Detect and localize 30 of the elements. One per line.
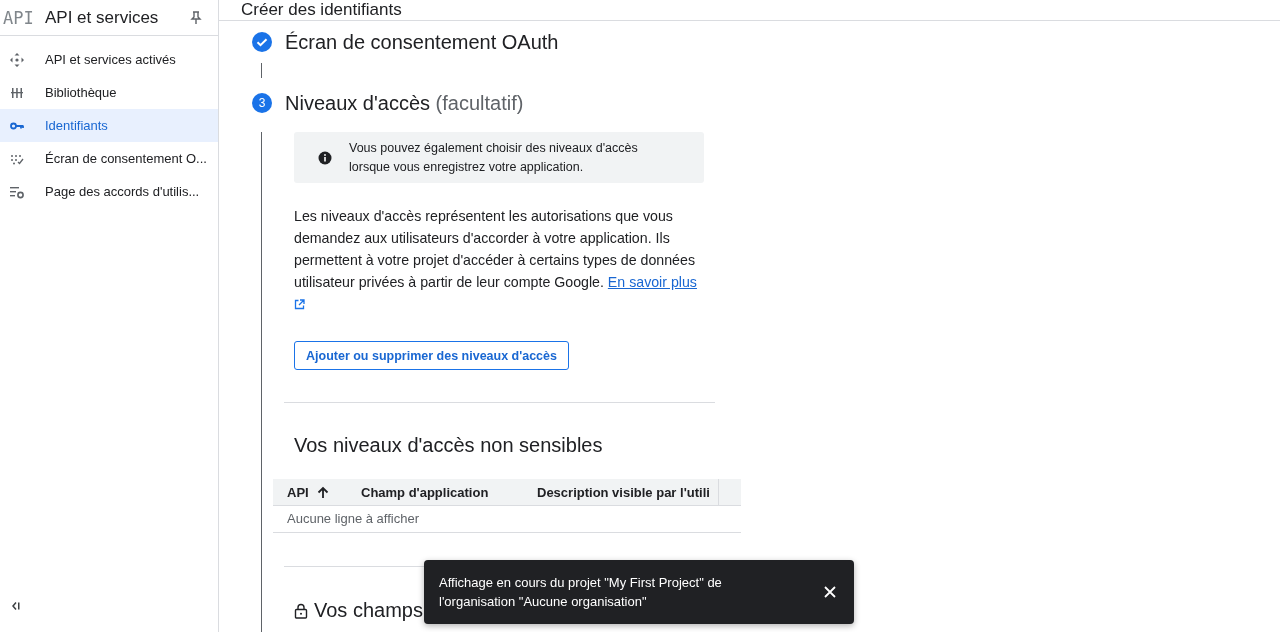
move-arrows-icon — [9, 51, 25, 68]
info-text: Vous pouvez également choisir des niveaux d'accès lorsque vous enregistrez votre application. — [349, 139, 639, 176]
sidebar-item[interactable]: API et services activés — [0, 43, 218, 76]
sidebar-item[interactable]: Bibliothèque — [0, 76, 218, 109]
step-title: Niveaux d'accès (facultatif) — [285, 91, 524, 115]
external-link-icon[interactable] — [294, 299, 305, 310]
learn-more-link[interactable]: En savoir plus — [607, 274, 697, 290]
column-header[interactable]: API — [273, 479, 347, 505]
app-title: API et services — [45, 7, 160, 28]
api-logo: API — [3, 7, 35, 28]
check-circle-icon — [252, 32, 272, 52]
column-header[interactable]: Champ d'application — [347, 479, 523, 505]
add-remove-scopes-button[interactable]: Ajouter ou supprimer des niveaux d'accès — [294, 341, 569, 370]
info-icon — [318, 150, 332, 165]
sort-arrow-icon[interactable] — [316, 485, 329, 499]
step-number: 3 — [252, 93, 272, 113]
page-title: Créer des identifiants — [241, 0, 402, 20]
close-icon[interactable] — [824, 586, 836, 598]
description-text: Les niveaux d'accès représentent les autorisations que vous demandez aux utilisateurs d'accorder à votre application. Ils permettent à votre projet d'accéder à certains types de données utilisateur privées à partir de leur compte Google. En savoir plus — [294, 205, 709, 315]
collapse-icon[interactable] — [11, 601, 21, 611]
step-title: Écran de consentement OAuth — [285, 30, 559, 54]
empty-table-message: Aucune ligne à afficher — [286, 510, 421, 528]
sidebar-item[interactable]: Écran de consentement O... — [0, 142, 218, 175]
section-title: Vos champs — [314, 599, 423, 622]
section-title: Vos niveaux d'accès non sensibles — [294, 434, 604, 457]
column-header[interactable]: Description visible par l'utili — [523, 479, 719, 505]
sidebar-item[interactable]: Identifiants — [0, 109, 218, 142]
sidebar-item[interactable]: Page des accords d'utilis... — [0, 175, 218, 208]
snackbar-message: Affichage en cours du projet "My First Project" de l'organisation "Aucune organisation" — [439, 574, 723, 611]
pin-icon[interactable] — [190, 10, 202, 25]
